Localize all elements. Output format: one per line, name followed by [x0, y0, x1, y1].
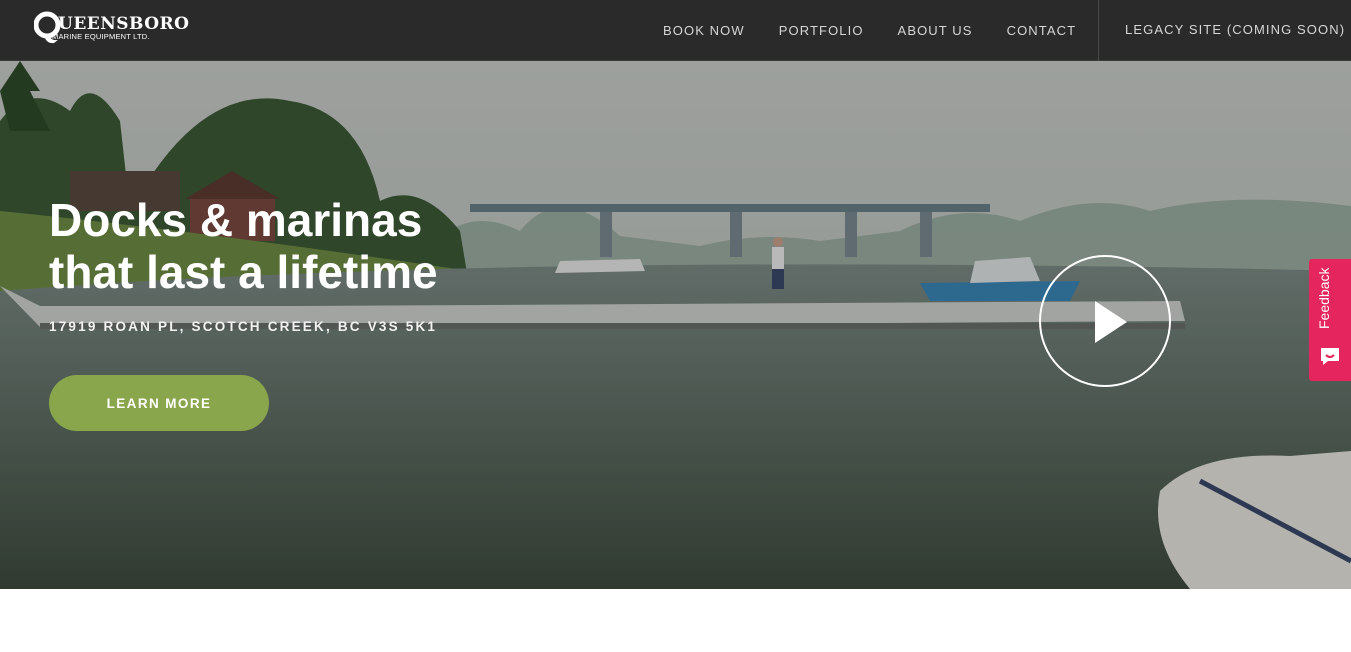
- site-header: UEENSBORO MARINE EQUIPMENT LTD. BOOK NOW…: [0, 0, 1351, 61]
- queensboro-logo[interactable]: UEENSBORO MARINE EQUIPMENT LTD.: [34, 10, 189, 50]
- learn-more-button[interactable]: LEARN MORE: [49, 375, 269, 431]
- hero-address: 17919 ROAN PL, SCOTCH CREEK, BC V3S 5K1: [49, 319, 438, 334]
- play-video-button[interactable]: [1039, 255, 1171, 387]
- feedback-label: Feedback: [1316, 267, 1332, 329]
- nav-contact[interactable]: CONTACT: [1007, 23, 1077, 38]
- main-nav: BOOK NOW PORTFOLIO ABOUT US CONTACT: [646, 0, 1093, 61]
- feedback-tab[interactable]: Feedback: [1309, 259, 1351, 381]
- logo-wordmark: UEENSBORO: [58, 14, 190, 34]
- nav-divider: [1098, 0, 1099, 61]
- hero-section: Docks & marinas that last a lifetime 179…: [0, 61, 1351, 589]
- nav-book-now[interactable]: BOOK NOW: [663, 23, 745, 38]
- hero-title-line-2: that last a lifetime: [49, 246, 438, 298]
- hero-title: Docks & marinas that last a lifetime: [49, 194, 469, 298]
- nav-about-us[interactable]: ABOUT US: [898, 23, 973, 38]
- play-icon: [1095, 301, 1127, 343]
- logo-tagline: MARINE EQUIPMENT LTD.: [52, 32, 150, 41]
- content-section: [0, 589, 1351, 652]
- nav-legacy-site[interactable]: LEGACY SITE (COMING SOON): [1125, 22, 1345, 37]
- nav-portfolio[interactable]: PORTFOLIO: [779, 23, 864, 38]
- smiley-chat-icon: [1321, 348, 1339, 365]
- hero-title-line-1: Docks & marinas: [49, 194, 423, 246]
